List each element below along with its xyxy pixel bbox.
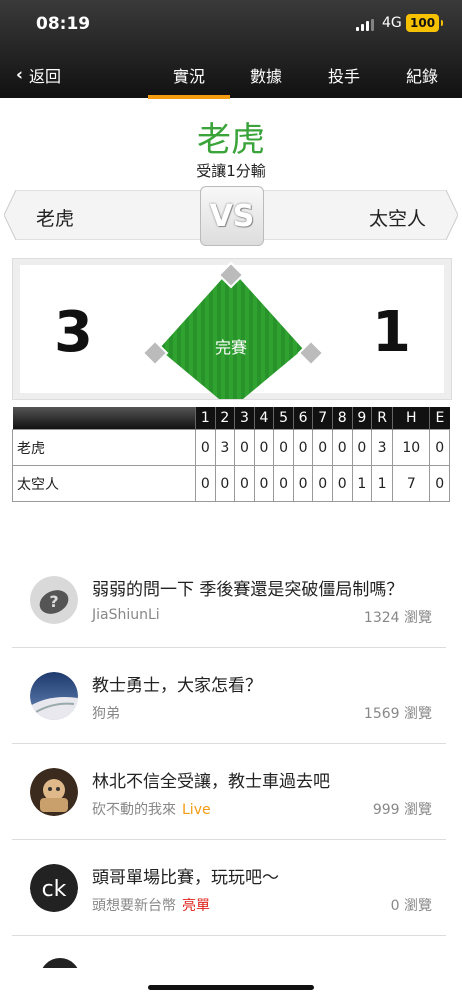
ck-logo-avatar: ck	[30, 864, 78, 912]
handicap-result: 受讓1分輸	[196, 162, 266, 180]
view-count: 1569 瀏覽	[363, 706, 432, 722]
table-cell: 0	[234, 429, 255, 466]
landscape-avatar	[30, 672, 78, 720]
bet-slip-tag: 亮單	[182, 898, 210, 914]
game-status: 完賽	[214, 338, 247, 357]
table-row: 太空人 0 0 0 0 0 0 0 0 1 1 7 0	[12, 465, 450, 502]
header-inning: 5	[273, 407, 294, 430]
discussion-list: ? 弱弱的問一下 季後賽還是突破僵局制嗎？ JiaShiunLi 1324 瀏覽…	[12, 552, 446, 936]
next-list-item-avatar	[40, 958, 80, 968]
table-cell: 1	[371, 465, 394, 502]
svg-text:ck: ck	[42, 877, 67, 902]
header-inning: 8	[331, 407, 352, 430]
header-errors: E	[429, 407, 450, 430]
battery-icon: 100	[406, 14, 444, 32]
header-inning: 7	[312, 407, 333, 430]
table-cell: 3	[214, 429, 236, 466]
table-cell: 0	[273, 429, 294, 466]
chevron-left-icon: ‹	[16, 65, 24, 85]
tab-pitchers[interactable]: 投手	[309, 63, 379, 87]
tab-stats[interactable]: 數據	[231, 63, 301, 87]
view-count: 999 瀏覽	[372, 802, 432, 818]
post-title: 林北不信全受讓，教士車過去吧	[92, 772, 330, 792]
status-time: 08:19	[36, 14, 91, 34]
table-cell: 0	[273, 465, 294, 502]
table-cell: 0	[292, 465, 314, 502]
table-cell: 7	[392, 465, 431, 502]
table-cell: 0	[312, 465, 333, 502]
winner-title: 老虎	[197, 120, 265, 160]
table-cell: 0	[331, 465, 353, 502]
header-team-cell	[12, 407, 196, 430]
home-score: 3	[54, 300, 93, 365]
header-inning: 1	[195, 407, 216, 430]
table-cell: 10	[392, 429, 431, 466]
table-cell: 0	[214, 465, 236, 502]
view-count: 0 瀏覽	[390, 898, 432, 914]
home-indicator[interactable]	[148, 985, 314, 990]
post-title: 教士勇士，大家怎看？	[92, 676, 262, 696]
post-author: 砍不動的我來 Live	[92, 799, 211, 819]
author-name: 狗弟	[92, 706, 120, 722]
header-inning: 4	[253, 407, 274, 430]
list-item[interactable]: ? 弱弱的問一下 季後賽還是突破僵局制嗎？ JiaShiunLi 1324 瀏覽	[12, 552, 446, 648]
tab-live[interactable]: 實況	[148, 63, 230, 99]
table-row: 老虎 0 3 0 0 0 0 0 0 0 3 10 0	[12, 429, 450, 466]
signal-icon	[356, 19, 374, 31]
table-cell: 0	[331, 429, 353, 466]
header-inning: 6	[292, 407, 313, 430]
table-cell: 0	[429, 465, 450, 502]
away-score: 1	[372, 300, 411, 365]
table-cell: 0	[292, 429, 314, 466]
header: 08:19 4G 100 ‹ 返回 實況 數據 投手 紀錄	[0, 0, 462, 99]
table-cell: 0	[195, 429, 216, 466]
post-author: JiaShiunLi	[92, 607, 160, 623]
network-label: 4G	[382, 15, 402, 31]
photo-avatar	[30, 768, 78, 816]
header-inning: 3	[234, 407, 255, 430]
post-title: 弱弱的問一下 季後賽還是突破僵局制嗎？	[92, 580, 404, 600]
vs-badge: VS	[200, 186, 264, 246]
box-score-table: 1 2 3 4 5 6 7 8 9 R H E 老虎 0 3 0 0 0 0 0…	[12, 407, 450, 502]
header-runs: R	[371, 407, 393, 430]
list-item[interactable]: ck 頭哥單場比賽，玩玩吧～ 頭想要新台幣 亮單 0 瀏覽	[12, 840, 446, 936]
author-name: JiaShiunLi	[92, 607, 160, 623]
header-hits: H	[392, 407, 430, 430]
author-name: 頭想要新台幣	[92, 898, 176, 914]
post-author: 頭想要新台幣 亮單	[92, 895, 210, 915]
box-score-header: 1 2 3 4 5 6 7 8 9 R H E	[12, 407, 450, 430]
table-cell: 1	[351, 465, 373, 502]
view-count: 1324 瀏覽	[363, 610, 432, 626]
table-cell: 0	[429, 429, 450, 466]
author-name: 砍不動的我來	[92, 802, 176, 818]
post-author: 狗弟	[92, 703, 120, 723]
post-title: 頭哥單場比賽，玩玩吧～	[92, 868, 279, 888]
list-item[interactable]: 林北不信全受讓，教士車過去吧 砍不動的我來 Live 999 瀏覽	[12, 744, 446, 840]
row-team-name: 老虎	[12, 429, 196, 466]
live-tag: Live	[182, 802, 211, 818]
tab-records[interactable]: 紀錄	[387, 63, 457, 87]
header-inning: 2	[214, 407, 235, 430]
table-cell: 3	[371, 429, 394, 466]
back-label: 返回	[29, 67, 62, 86]
away-team-name[interactable]: 太空人	[369, 204, 426, 231]
row-team-name: 太空人	[12, 465, 196, 502]
table-cell: 0	[351, 429, 373, 466]
header-inning: 9	[351, 407, 372, 430]
top-nav: ‹ 返回 實況 數據 投手 紀錄	[0, 50, 462, 99]
status-bar: 08:19 4G 100	[0, 0, 462, 50]
back-button[interactable]: ‹ 返回	[16, 63, 61, 87]
question-avatar: ?	[30, 576, 78, 624]
table-cell: 0	[312, 429, 333, 466]
table-cell: 0	[195, 465, 216, 502]
table-cell: 0	[234, 465, 255, 502]
table-cell: 0	[253, 465, 275, 502]
list-item[interactable]: 教士勇士，大家怎看？ 狗弟 1569 瀏覽	[12, 648, 446, 744]
table-cell: 0	[253, 429, 275, 466]
home-team-name[interactable]: 老虎	[36, 204, 74, 231]
svg-text:?: ?	[49, 592, 58, 611]
